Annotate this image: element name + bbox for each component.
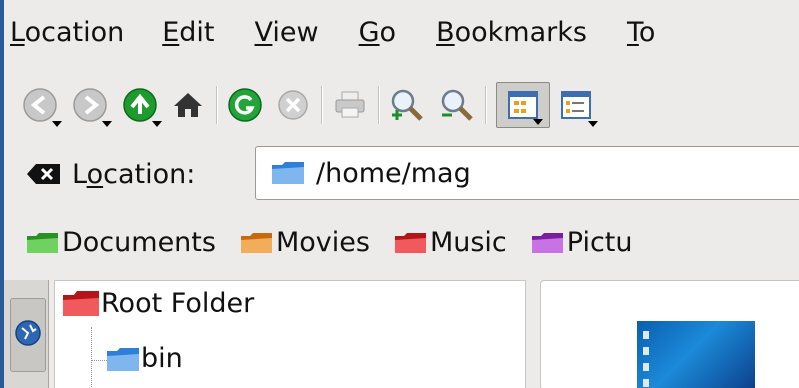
bookmark-pictures[interactable]: Pictu xyxy=(531,227,633,258)
location-bar: Location: /home/mag xyxy=(4,140,799,208)
detail-view-button[interactable] xyxy=(558,87,598,127)
zoom-in-button[interactable] xyxy=(389,87,425,123)
back-icon xyxy=(23,88,57,122)
caret-icon xyxy=(52,121,62,127)
forward-icon xyxy=(73,88,107,122)
caret-icon xyxy=(152,121,162,127)
bookmark-label: Movies xyxy=(275,226,370,258)
zoom-in-icon xyxy=(391,89,423,121)
home-icon xyxy=(174,93,202,117)
bookmark-music[interactable]: Music xyxy=(394,227,507,258)
caret-icon xyxy=(102,121,112,127)
bookmark-label: Pictu xyxy=(566,226,633,258)
folder-icon xyxy=(272,162,304,184)
folder-icon xyxy=(27,233,58,253)
folder-icon xyxy=(63,291,99,316)
menu-tools[interactable]: To xyxy=(627,17,655,48)
directory-tree: Root Folder bin xyxy=(54,280,526,388)
up-icon xyxy=(123,88,157,122)
tab-network[interactable] xyxy=(10,298,46,372)
file-view xyxy=(540,280,799,388)
tree-connector xyxy=(91,327,92,387)
icon-view-icon xyxy=(508,91,538,119)
up-button[interactable] xyxy=(122,87,162,127)
bookmark-label: Music xyxy=(429,226,507,258)
icon-view-button[interactable] xyxy=(496,82,550,128)
detail-view-icon xyxy=(561,91,591,119)
caret-icon xyxy=(588,121,598,127)
clear-location-icon[interactable] xyxy=(26,162,62,186)
toolbar xyxy=(4,72,799,138)
toolbar-separator xyxy=(216,86,218,124)
print-icon xyxy=(335,91,365,118)
home-button[interactable] xyxy=(170,87,206,123)
toolbar-separator xyxy=(321,86,323,124)
menubar: Location Edit View Go Bookmarks To xyxy=(4,0,799,64)
back-button[interactable] xyxy=(22,87,62,127)
menu-go[interactable]: Go xyxy=(359,17,396,48)
side-panel-tabs xyxy=(4,280,49,388)
stop-icon xyxy=(278,90,308,120)
folder-icon xyxy=(240,233,272,253)
menu-view[interactable]: View xyxy=(255,17,319,48)
tree-item-label: bin xyxy=(141,343,183,374)
bookmark-label: Documents xyxy=(62,226,216,258)
file-manager-window: Location Edit View Go Bookmarks To Locat… xyxy=(4,0,799,388)
forward-button[interactable] xyxy=(72,87,112,127)
toolbar-separator xyxy=(485,86,487,124)
desktop-thumbnail[interactable] xyxy=(637,321,755,388)
print-button[interactable] xyxy=(332,87,368,123)
zoom-out-icon xyxy=(441,89,473,121)
zoom-out-button[interactable] xyxy=(439,87,475,123)
bookmark-documents[interactable]: Documents xyxy=(26,227,216,258)
caret-icon xyxy=(533,119,543,125)
menu-edit[interactable]: Edit xyxy=(162,17,214,48)
tree-item-bin[interactable]: bin xyxy=(105,343,183,374)
folder-icon xyxy=(394,233,426,253)
menu-location[interactable]: Location xyxy=(10,17,124,48)
location-input[interactable]: /home/mag xyxy=(255,146,799,200)
folder-icon xyxy=(107,347,139,371)
stop-button[interactable] xyxy=(275,87,311,123)
globe-icon xyxy=(15,320,41,346)
location-label: Location: xyxy=(72,158,196,190)
tree-item-label: Root Folder xyxy=(101,287,255,319)
bookmarks-bar: Documents Movies Music Pictu xyxy=(4,214,799,270)
reload-icon xyxy=(228,88,262,122)
tree-item-root[interactable]: Root Folder xyxy=(61,287,254,319)
reload-button[interactable] xyxy=(227,87,263,123)
location-value: /home/mag xyxy=(316,157,471,189)
menu-bookmarks[interactable]: Bookmarks xyxy=(436,17,587,48)
folder-icon xyxy=(531,233,563,253)
toolbar-separator xyxy=(378,86,380,124)
bookmark-movies[interactable]: Movies xyxy=(240,227,370,258)
